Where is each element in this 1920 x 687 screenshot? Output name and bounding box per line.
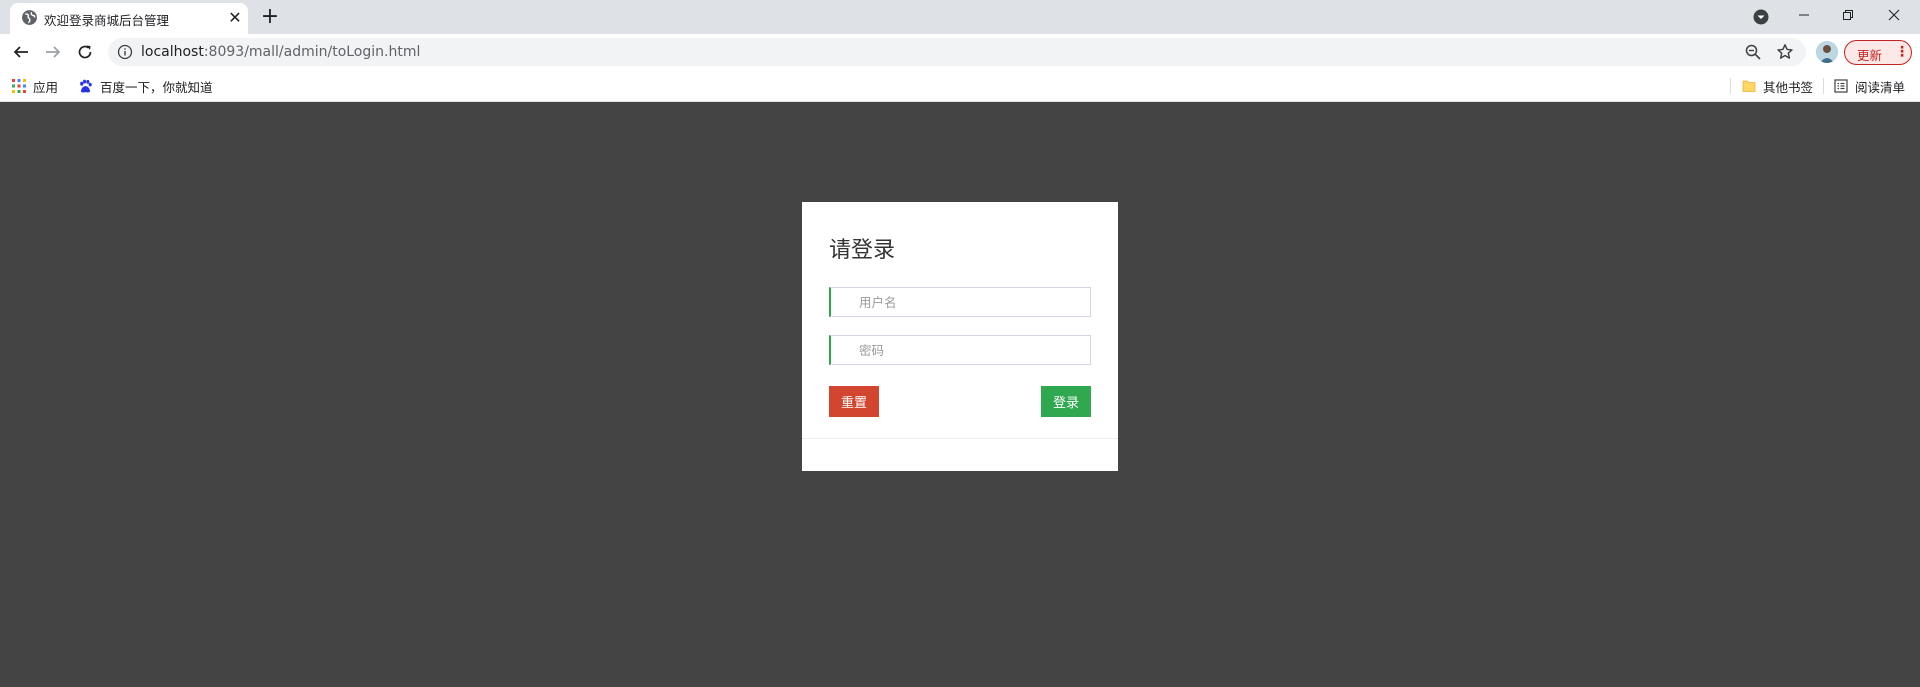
close-window-icon[interactable] [1872, 0, 1916, 30]
browser-tab[interactable]: 欢迎登录商城后台管理 ✕ [10, 3, 248, 34]
bookmarks-separator [1823, 78, 1824, 94]
password-field [829, 335, 1091, 365]
username-input[interactable] [831, 288, 1090, 316]
reload-icon[interactable] [72, 39, 98, 65]
reset-button[interactable]: 重置 [829, 386, 879, 417]
tab-close-icon[interactable]: ✕ [225, 8, 245, 28]
update-label: 更新 [1857, 48, 1883, 63]
apps-grid-icon [12, 79, 26, 93]
forward-arrow-icon[interactable] [40, 39, 66, 65]
url-path: :8093/mall/admin/toLogin.html [203, 44, 421, 60]
bookmark-apps[interactable]: 应用 [12, 76, 58, 96]
bookmarks-separator [1730, 78, 1731, 94]
bookmark-star-icon[interactable] [1776, 43, 1794, 61]
bookmark-baidu-label: 百度一下，你就知道 [100, 79, 213, 95]
baidu-paw-icon [80, 79, 92, 92]
bookmark-other-folder[interactable]: 其他书签 [1742, 76, 1813, 96]
tab-title: 欢迎登录商城后台管理 [44, 13, 170, 28]
zoom-out-icon[interactable] [1744, 43, 1762, 61]
profile-avatar[interactable] [1816, 41, 1838, 63]
bookmark-apps-label: 应用 [33, 79, 59, 95]
reading-list-label: 阅读清单 [1855, 79, 1906, 95]
minimize-icon[interactable] [1782, 0, 1826, 30]
url-text[interactable]: localhost:8093/mall/admin/toLogin.html [141, 44, 420, 60]
page-background: 请登录 重置 登录 [0, 103, 1920, 687]
globe-icon [22, 10, 37, 25]
new-tab-button[interactable]: + [258, 5, 282, 29]
update-button[interactable]: 更新 ⋮ [1844, 40, 1912, 65]
address-bar[interactable]: localhost:8093/mall/admin/toLogin.html [108, 38, 1806, 66]
more-menu-icon: ⋮ [1895, 44, 1909, 60]
folder-icon [1742, 80, 1756, 92]
tab-search-icon[interactable] [1752, 8, 1770, 26]
browser-toolbar: localhost:8093/mall/admin/toLogin.html 更… [0, 34, 1920, 70]
info-icon[interactable] [117, 44, 133, 60]
reading-list-icon [1834, 79, 1848, 93]
login-footer-divider [802, 438, 1118, 439]
browser-titlebar: 欢迎登录商城后台管理 ✕ + [0, 0, 1920, 34]
reading-list-button[interactable]: 阅读清单 [1834, 76, 1905, 96]
username-field [829, 287, 1091, 317]
back-arrow-icon[interactable] [8, 39, 34, 65]
bookmark-other-label: 其他书签 [1763, 79, 1814, 95]
password-input[interactable] [831, 336, 1090, 364]
login-title: 请登录 [829, 238, 896, 263]
bookmark-baidu[interactable]: 百度一下，你就知道 [78, 76, 213, 96]
login-button[interactable]: 登录 [1041, 386, 1091, 417]
bookmarks-bar: 应用 百度一下，你就知道 其他书签 阅读清单 [0, 70, 1920, 102]
login-box: 请登录 重置 登录 [802, 202, 1118, 471]
url-host: localhost [141, 44, 204, 60]
restore-icon[interactable] [1826, 0, 1870, 30]
